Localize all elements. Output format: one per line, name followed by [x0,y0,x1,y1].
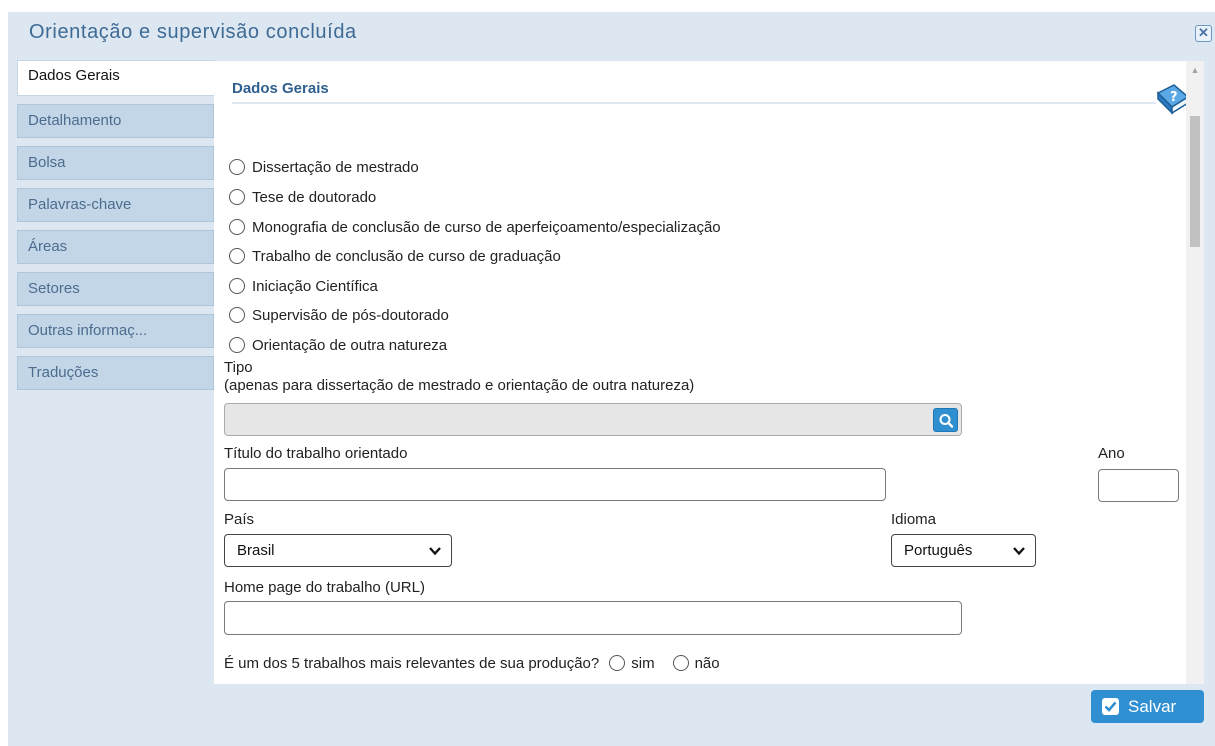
search-icon [939,414,954,428]
close-icon: ✕ [1198,25,1209,40]
radio-tcc-graduacao[interactable]: Trabalho de conclusão de curso de gradua… [229,245,561,267]
tipo-label: Tipo [224,359,253,376]
relevance-label: É um dos 5 trabalhos mais relevantes de … [224,654,600,672]
tipo-hint: (apenas para dissertação de mestrado e o… [224,377,695,394]
relevance-question: É um dos 5 trabalhos mais relevantes de … [224,651,720,675]
radio-iniciacao-cientifica[interactable]: Iniciação Científica [229,275,378,297]
close-button[interactable]: ✕ [1195,25,1212,42]
dialog-title: Orientação e supervisão concluída [29,21,357,43]
radio-label: Dissertação de mestrado [252,158,419,176]
radio-label: Tese de doutorado [252,188,377,206]
radio-sim-label: sim [631,654,655,672]
radio-label: Trabalho de conclusão de curso de gradua… [252,247,561,265]
radio-circle[interactable] [229,337,245,353]
save-button[interactable]: Salvar [1091,690,1204,723]
tab-detalhamento[interactable]: Detalhamento [17,104,214,138]
titulo-input[interactable] [224,468,886,501]
radio-circle[interactable] [229,189,245,205]
tab-traducoes[interactable]: Traduções [17,356,214,390]
homepage-label: Home page do trabalho (URL) [224,579,425,596]
radio-pos-doutorado[interactable]: Supervisão de pós-doutorado [229,304,449,326]
scroll-up-arrow-icon[interactable]: ▲ [1186,65,1204,79]
titulo-label: Título do trabalho orientado [224,445,408,462]
radio-nao[interactable] [672,655,689,671]
tipo-search-button[interactable] [933,408,958,432]
ano-input[interactable] [1098,469,1179,502]
pais-selected: Brasil [237,542,275,559]
tab-setores[interactable]: Setores [17,272,214,306]
radio-nao-label: não [694,654,720,672]
ano-label: Ano [1098,445,1125,462]
save-button-label: Salvar [1128,696,1177,716]
idioma-selected: Português [904,542,973,559]
tab-dados-gerais[interactable]: Dados Gerais [17,60,215,96]
radio-circle[interactable] [229,278,245,294]
checkmark-icon [1102,698,1119,715]
pais-select[interactable]: Brasil [224,534,452,567]
dialog-titlebar: Orientação e supervisão concluída ✕ [8,12,1215,58]
tab-list: Dados Gerais Detalhamento Bolsa Palavras… [17,60,215,398]
radio-circle[interactable] [229,307,245,323]
chevron-down-icon [429,547,441,556]
radio-circle[interactable] [229,248,245,264]
radio-circle[interactable] [229,219,245,235]
idioma-select[interactable]: Português [891,534,1036,567]
chevron-down-icon [1013,547,1025,556]
pais-label: País [224,511,255,528]
svg-text:?: ? [1170,90,1178,105]
dialog: Orientação e supervisão concluída ✕ Dado… [8,12,1215,746]
tab-palavras-chave[interactable]: Palavras-chave [17,188,214,222]
idioma-label: Idioma [891,511,937,528]
radio-outra-natureza[interactable]: Orientação de outra natureza [229,334,447,356]
radio-dissertacao-mestrado[interactable]: Dissertação de mestrado [229,156,419,178]
tipo-field [224,403,962,436]
radio-monografia[interactable]: Monografia de conclusão de curso de aper… [229,216,721,238]
radio-label: Orientação de outra natureza [252,336,448,354]
homepage-input[interactable] [224,601,962,635]
form-panel: Dados Gerais ? Dissertação de mestrado T… [214,61,1186,684]
radio-tese-doutorado[interactable]: Tese de doutorado [229,186,376,208]
radio-label: Iniciação Científica [252,277,378,295]
vertical-scrollbar[interactable]: ▲ [1186,61,1204,684]
radio-label: Supervisão de pós-doutorado [252,306,449,324]
tab-bolsa[interactable]: Bolsa [17,146,214,180]
radio-circle[interactable] [229,159,245,175]
tab-outras-informacoes[interactable]: Outras informaç... [17,314,214,348]
tab-areas[interactable]: Áreas [17,230,214,264]
section-title: Dados Gerais [232,80,329,97]
help-book-icon[interactable]: ? [1152,83,1186,115]
section-divider [232,102,1156,104]
scrollbar-thumb[interactable] [1190,116,1200,247]
radio-label: Monografia de conclusão de curso de aper… [252,218,721,236]
radio-sim[interactable] [609,655,626,671]
